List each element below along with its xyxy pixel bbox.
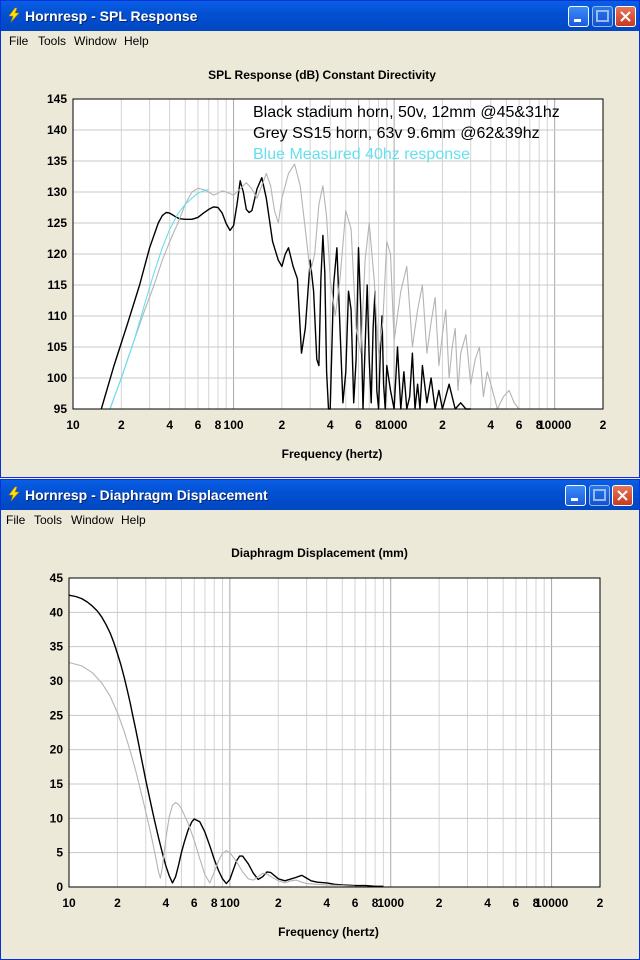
x-tick-label: 2 <box>436 896 443 910</box>
maximize-button[interactable] <box>592 6 613 27</box>
x-tick-label: 1000 <box>381 418 408 432</box>
menu-tools[interactable]: Tools <box>34 513 62 527</box>
close-button[interactable] <box>612 485 633 506</box>
y-tick-label: 5 <box>56 846 63 860</box>
x-tick-label: 10 <box>66 418 80 432</box>
lightning-icon <box>8 486 20 502</box>
plot-area <box>69 578 600 887</box>
y-tick-label: 10 <box>50 811 64 825</box>
legend-annotation: Grey SS15 horn, 63v 9.6mm @62&39hz <box>253 125 540 142</box>
x-tick-label: 2 <box>439 418 446 432</box>
y-tick-label: 125 <box>47 216 67 230</box>
x-tick-label: 4 <box>484 896 491 910</box>
x-tick-label: 4 <box>163 896 170 910</box>
y-tick-label: 145 <box>47 92 67 106</box>
lightning-icon <box>8 7 20 23</box>
x-tick-label: 8 <box>211 896 218 910</box>
menu-tools[interactable]: Tools <box>38 34 66 48</box>
menu-bar: File Tools Window Help <box>1 31 639 51</box>
y-tick-label: 95 <box>54 402 68 416</box>
maximize-button[interactable] <box>589 485 610 506</box>
x-tick-label: 6 <box>516 418 523 432</box>
legend-annotation: Black stadium horn, 50v, 12mm @45&31hz <box>253 104 560 121</box>
y-tick-label: 25 <box>50 708 64 722</box>
x-tick-label: 4 <box>487 418 494 432</box>
x-tick-label: 6 <box>352 896 359 910</box>
x-tick-label: 10000 <box>538 418 572 432</box>
menu-bar: File Tools Window Help <box>1 510 639 530</box>
close-icon <box>620 11 631 22</box>
y-tick-label: 110 <box>48 309 68 323</box>
close-button[interactable] <box>615 6 636 27</box>
minimize-icon <box>571 498 578 501</box>
x-axis-label: Frequency (hertz) <box>278 925 379 939</box>
y-tick-label: 140 <box>47 123 67 137</box>
y-tick-label: 120 <box>47 247 67 261</box>
x-tick-label: 6 <box>513 896 520 910</box>
x-tick-label: 10 <box>62 896 76 910</box>
x-tick-label: 2 <box>600 418 607 432</box>
x-tick-label: 2 <box>114 896 121 910</box>
y-tick-label: 30 <box>50 674 64 688</box>
window-title: Hornresp - SPL Response <box>25 8 198 24</box>
title-bar[interactable]: Hornresp - Diaphragm Displacement <box>1 480 639 510</box>
x-tick-label: 2 <box>275 896 282 910</box>
menu-file[interactable]: File <box>9 34 28 48</box>
x-tick-label: 6 <box>355 418 362 432</box>
y-tick-label: 135 <box>47 154 67 168</box>
title-bar[interactable]: Hornresp - SPL Response <box>1 1 639 31</box>
x-tick-label: 10000 <box>535 896 569 910</box>
x-tick-label: 100 <box>220 896 240 910</box>
y-tick-label: 20 <box>50 743 64 757</box>
minimize-button[interactable] <box>565 485 586 506</box>
menu-help[interactable]: Help <box>121 513 146 527</box>
x-tick-label: 2 <box>279 418 286 432</box>
minimize-icon <box>574 19 581 22</box>
displacement-window: Hornresp - Diaphragm Displacement File T… <box>0 479 640 960</box>
chart-title: Diaphragm Displacement (mm) <box>231 546 408 560</box>
x-tick-label: 100 <box>224 418 244 432</box>
menu-help[interactable]: Help <box>124 34 149 48</box>
window-title: Hornresp - Diaphragm Displacement <box>25 487 268 503</box>
y-tick-label: 35 <box>50 640 64 654</box>
x-tick-label: 2 <box>597 896 604 910</box>
x-tick-label: 6 <box>191 896 198 910</box>
y-tick-label: 115 <box>48 278 68 292</box>
spl-chart: SPL Response (dB) Constant Directivity 14… <box>47 68 607 461</box>
y-tick-label: 100 <box>47 371 67 385</box>
x-tick-label: 4 <box>323 896 330 910</box>
menu-window[interactable]: Window <box>71 513 114 527</box>
x-tick-label: 1000 <box>377 896 404 910</box>
x-tick-label: 8 <box>215 418 222 432</box>
x-tick-label: 4 <box>327 418 334 432</box>
x-tick-label: 2 <box>118 418 125 432</box>
y-tick-label: 130 <box>47 185 67 199</box>
displacement-chart: Diaphragm Displacement (mm)4540353025201… <box>50 546 604 939</box>
x-tick-label: 6 <box>195 418 202 432</box>
menu-file[interactable]: File <box>6 513 25 527</box>
y-tick-label: 105 <box>47 340 67 354</box>
close-icon <box>617 490 628 501</box>
maximize-icon <box>596 10 609 22</box>
maximize-icon <box>593 489 606 501</box>
menu-window[interactable]: Window <box>74 34 117 48</box>
x-axis-label: Frequency (hertz) <box>282 447 383 461</box>
y-tick-label: 40 <box>50 605 64 619</box>
chart-title: SPL Response (dB) Constant Directivity <box>208 68 436 82</box>
y-tick-label: 15 <box>50 777 64 791</box>
legend-annotation: Blue Measured 40hz response <box>253 146 470 163</box>
y-tick-label: 0 <box>56 880 63 894</box>
y-tick-label: 45 <box>50 571 64 585</box>
minimize-button[interactable] <box>568 6 589 27</box>
spl-window: Hornresp - SPL Response File Tools Windo… <box>0 0 640 478</box>
x-tick-label: 4 <box>166 418 173 432</box>
